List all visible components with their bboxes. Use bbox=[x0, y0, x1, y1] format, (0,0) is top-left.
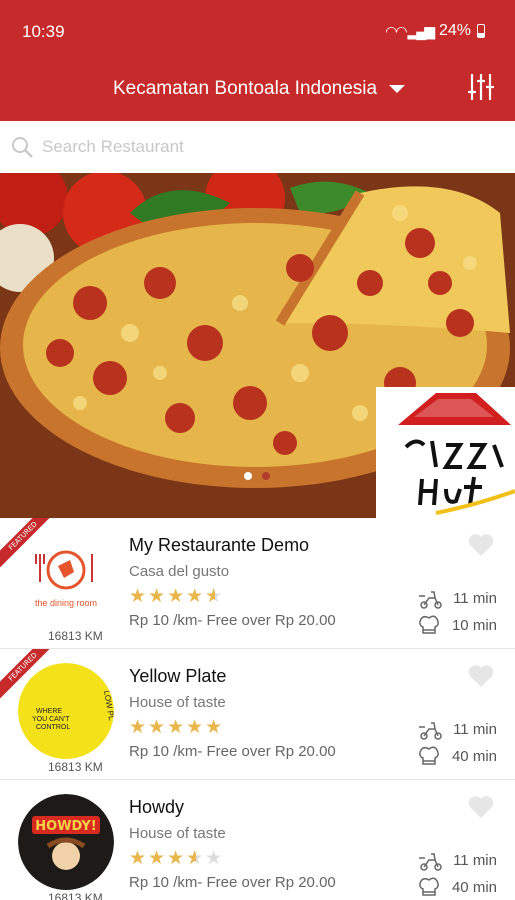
chevron-down-icon bbox=[389, 85, 406, 93]
location-selector[interactable]: Kecamatan Bontoala Indonesia bbox=[113, 78, 406, 100]
prep-time: 40 min bbox=[416, 744, 497, 768]
pizza-hut-logo bbox=[376, 387, 515, 518]
status-icons: ◠◠ ▂▄▆ 24% bbox=[385, 22, 485, 40]
wifi-signal-icon: ◠◠ ▂▄▆ bbox=[385, 22, 435, 39]
logo-text: HOWDY! bbox=[35, 819, 96, 834]
status-time: 10:39 bbox=[22, 22, 65, 41]
search-input[interactable] bbox=[42, 137, 442, 157]
delivery-time: 11 min bbox=[417, 717, 497, 741]
restaurant-name[interactable]: Yellow Plate bbox=[129, 666, 226, 687]
delivery-time: 11 min bbox=[417, 586, 497, 610]
chef-hat-icon bbox=[419, 877, 439, 896]
rating-stars: ★★★★★ bbox=[129, 716, 225, 738]
delivery-time: 11 min bbox=[417, 848, 497, 872]
distance: 16813 KM bbox=[48, 891, 103, 900]
logo-text: the dining room bbox=[35, 598, 97, 608]
battery-level: 24% bbox=[438, 22, 471, 39]
chef-hat-icon bbox=[419, 746, 439, 765]
filter-icon[interactable] bbox=[467, 72, 495, 102]
search-bar[interactable] bbox=[0, 121, 515, 173]
favorite-heart-icon[interactable] bbox=[467, 794, 495, 820]
favorite-heart-icon[interactable] bbox=[467, 663, 495, 689]
promo-banner[interactable] bbox=[0, 173, 515, 518]
search-icon bbox=[12, 137, 33, 158]
restaurant-subtitle: Casa del gusto bbox=[129, 563, 230, 580]
restaurant-card[interactable]: FEATURED the dining room 16813 KM My Res… bbox=[0, 518, 515, 649]
delivery-fee: Rp 10 /km- Free over Rp 20.00 bbox=[129, 874, 336, 891]
banner-pagination[interactable] bbox=[244, 472, 270, 480]
prep-time: 40 min bbox=[416, 875, 497, 899]
restaurant-name[interactable]: My Restaurante Demo bbox=[129, 535, 309, 556]
app-header: 10:39 ◠◠ ▂▄▆ 24% Kecamatan Bontoala Indo… bbox=[0, 0, 515, 121]
svg-text:YOU CAN'T: YOU CAN'T bbox=[32, 716, 70, 723]
delivery-scooter-icon bbox=[419, 853, 442, 871]
restaurant-card[interactable]: FEATURED WHERE YOU CAN'T CONTROL LOW PL … bbox=[0, 649, 515, 780]
distance: 16813 KM bbox=[48, 629, 103, 643]
restaurant-subtitle: House of taste bbox=[129, 694, 226, 711]
rating-stars: ★★★★★★ bbox=[129, 585, 225, 607]
delivery-fee: Rp 10 /km- Free over Rp 20.00 bbox=[129, 612, 336, 629]
svg-text:CONTROL: CONTROL bbox=[36, 724, 70, 731]
restaurant-logo: HOWDY! bbox=[18, 794, 114, 890]
prep-time: 10 min bbox=[416, 613, 497, 637]
battery-icon bbox=[477, 24, 485, 38]
banner-dot-active[interactable] bbox=[244, 472, 252, 480]
favorite-heart-icon[interactable] bbox=[467, 532, 495, 558]
svg-text:WHERE: WHERE bbox=[36, 708, 62, 715]
restaurant-subtitle: House of taste bbox=[129, 825, 226, 842]
delivery-fee: Rp 10 /km- Free over Rp 20.00 bbox=[129, 743, 336, 760]
restaurant-name[interactable]: Howdy bbox=[129, 797, 184, 818]
banner-dot[interactable] bbox=[262, 472, 270, 480]
delivery-scooter-icon bbox=[419, 591, 442, 609]
restaurant-card[interactable]: HOWDY! 16813 KM Howdy House of taste ★★★… bbox=[0, 780, 515, 900]
delivery-scooter-icon bbox=[419, 722, 442, 740]
restaurant-logo: the dining room bbox=[18, 532, 114, 628]
chef-hat-icon bbox=[419, 615, 439, 634]
distance: 16813 KM bbox=[48, 760, 103, 774]
restaurant-list: FEATURED the dining room 16813 KM My Res… bbox=[0, 518, 515, 900]
restaurant-logo: WHERE YOU CAN'T CONTROL LOW PL bbox=[18, 663, 114, 759]
location-label: Kecamatan Bontoala Indonesia bbox=[113, 78, 378, 99]
rating-stars: ★★★★★★ bbox=[129, 847, 225, 869]
